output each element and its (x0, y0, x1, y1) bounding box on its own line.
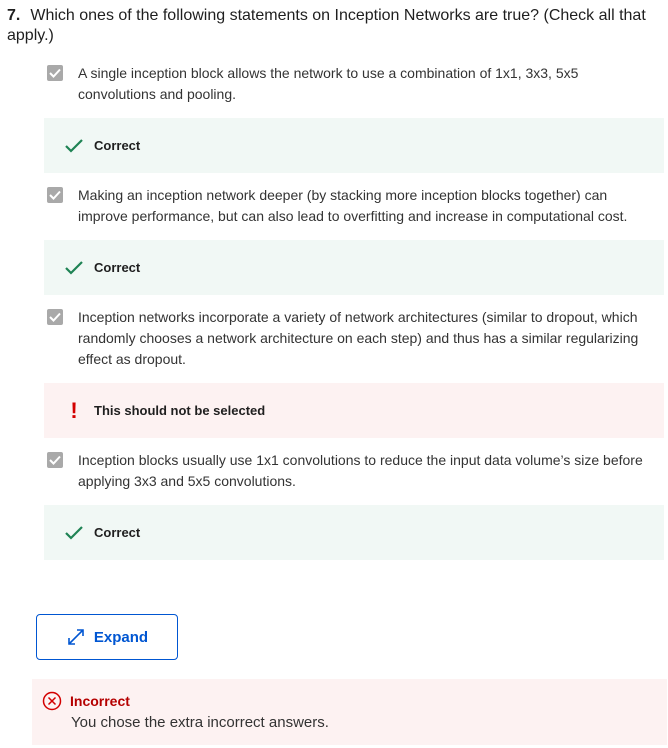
feedback-correct: Correct (44, 240, 664, 295)
question-header: 7. Which ones of the following statements… (7, 6, 658, 46)
expand-label: Expand (93, 628, 149, 646)
check-icon (49, 68, 61, 78)
question-text: Which ones of the following statements o… (7, 7, 646, 44)
result-message: You chose the extra incorrect answers. (71, 714, 329, 731)
option-4[interactable]: Inception blocks usually use 1x1 convolu… (47, 450, 648, 492)
option-2[interactable]: Making an inception network deeper (by s… (47, 185, 648, 227)
check-icon (49, 455, 61, 465)
option-text: Making an inception network deeper (by s… (78, 187, 628, 224)
question-number: 7. (7, 7, 21, 24)
checkbox-checked[interactable] (47, 65, 63, 81)
feedback-label: Correct (94, 260, 141, 275)
checkbox-checked[interactable] (47, 452, 63, 468)
expand-arrows-icon (68, 629, 84, 645)
check-icon (49, 190, 61, 200)
checkmark-icon (64, 260, 84, 276)
feedback-incorrect: ! This should not be selected (44, 383, 664, 438)
checkmark-icon (64, 525, 84, 541)
option-1[interactable]: A single inception block allows the netw… (47, 63, 648, 105)
feedback-correct: Correct (44, 118, 664, 173)
feedback-correct: Correct (44, 505, 664, 560)
checkbox-checked[interactable] (47, 187, 63, 203)
feedback-label: This should not be selected (94, 403, 266, 418)
error-circle-icon (42, 691, 62, 711)
feedback-label: Correct (94, 525, 141, 540)
checkbox-checked[interactable] (47, 309, 63, 325)
option-text: A single inception block allows the netw… (78, 65, 579, 102)
option-3[interactable]: Inception networks incorporate a variety… (47, 307, 648, 370)
result-status: Incorrect (70, 693, 130, 709)
feedback-label: Correct (94, 138, 141, 153)
check-icon (49, 312, 61, 322)
option-text: Inception blocks usually use 1x1 convolu… (78, 452, 643, 489)
checkmark-icon (64, 138, 84, 154)
option-text: Inception networks incorporate a variety… (78, 309, 639, 367)
result-banner: Incorrect You chose the extra incorrect … (32, 679, 667, 745)
expand-button[interactable]: Expand (36, 614, 178, 660)
exclamation-icon: ! (70, 397, 78, 423)
